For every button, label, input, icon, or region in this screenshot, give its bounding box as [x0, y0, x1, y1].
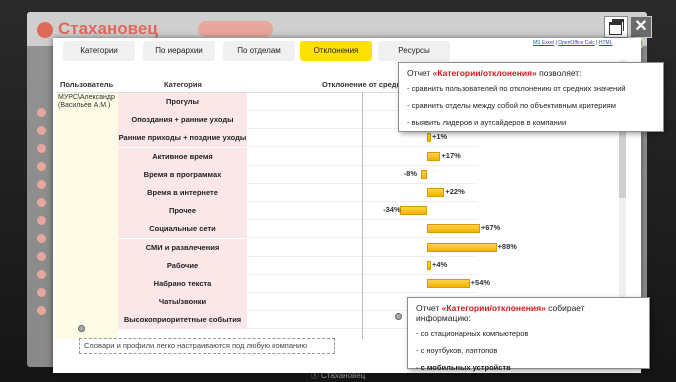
tooltip-item: - выявить лидеров и аутсайдеров в компан… — [407, 118, 567, 127]
deviation-label: +67% — [480, 223, 501, 233]
category-label: Активное время — [118, 147, 247, 167]
deviation-bar — [427, 224, 480, 234]
table-row[interactable]: Время в программах -8% — [118, 165, 478, 185]
deviation-bar — [427, 151, 441, 161]
table-row[interactable]: Прочее -34% — [118, 202, 478, 222]
resize-handle-icon[interactable] — [78, 325, 85, 332]
deviation-label: +1% — [432, 132, 448, 142]
table-row[interactable]: Рабочие +4% — [118, 256, 478, 276]
table-row[interactable]: Ранние приходы + поздние уходы +1% — [118, 129, 478, 149]
deviation-label: +54% — [470, 278, 491, 287]
deviation-label: +17% — [441, 150, 461, 160]
deviation-label: +88% — [497, 241, 517, 251]
deviation-label: -8% — [403, 168, 418, 178]
table-row[interactable]: Набрано текста +54% — [118, 275, 490, 294]
deviation-bar — [427, 188, 445, 197]
category-label: Прогулы — [118, 93, 247, 112]
tab-deviations[interactable]: Отклонения — [300, 41, 372, 61]
deviation-label: -34% — [383, 205, 401, 215]
deviation-bar — [427, 242, 497, 252]
deviation-bar — [427, 133, 431, 143]
logo-icon — [37, 21, 53, 38]
export-links: MS Excel | OpenOffice Calc | HTML — [533, 40, 613, 46]
hint-box: Словари и профили легко настраиваются по… — [79, 338, 335, 354]
deviation-bar — [420, 169, 427, 179]
category-label: Время в интернете — [118, 184, 247, 203]
deviation-bar — [427, 279, 470, 288]
tab-departments[interactable]: По отделам — [223, 41, 295, 61]
column-user: Пользователь — [60, 80, 114, 89]
table-row[interactable]: Социальные сети +67% — [118, 220, 500, 240]
deviation-bar — [427, 260, 431, 270]
tooltip-item: - с ноутбуков, лэптопов — [416, 346, 498, 355]
category-label: Рабочие — [118, 256, 247, 276]
export-excel-link[interactable]: MS Excel — [533, 40, 554, 46]
tooltip-item: - с мобильных устройств — [416, 363, 511, 372]
tab-categories[interactable]: Категории — [63, 41, 135, 61]
background-sidebar — [37, 108, 49, 324]
user-column — [56, 93, 118, 339]
category-label: Прочее — [118, 202, 247, 222]
tab-resources[interactable]: Ресурсы — [378, 41, 450, 61]
table-row[interactable]: Активное время +17% — [118, 147, 478, 167]
category-label: Ранние приходы + поздние уходы — [118, 129, 247, 149]
category-label: Опоздания + ранние уходы — [118, 111, 247, 131]
tooltip-item: - сравнить отделы между собой по объекти… — [407, 101, 616, 110]
tab-hierarchy[interactable]: По иерархии — [143, 41, 215, 61]
deviation-label: +22% — [445, 187, 465, 196]
tooltip-collects: Отчет «Категории/отклонения» собирает ин… — [407, 297, 650, 372]
column-deviation: Отклонение от средн — [322, 80, 402, 89]
category-label: Высокоприоритетные события — [118, 311, 247, 331]
tooltip-allows: Отчет «Категории/отклонения» позволяет: … — [398, 62, 664, 132]
category-label: Набрано текста — [118, 275, 247, 294]
column-category: Категория — [164, 80, 202, 89]
export-html-link[interactable]: HTML — [599, 40, 613, 46]
resize-handle-icon[interactable] — [395, 313, 402, 320]
background-logo: Стахановец — [37, 19, 158, 39]
zero-axis-line — [362, 93, 363, 339]
table-row[interactable]: Время в интернете +22% — [118, 184, 478, 203]
tooltip-title: Отчет «Категории/отклонения» позволяет: — [407, 68, 582, 78]
tooltip-item: - со стационарных компьютеров — [416, 329, 529, 338]
tooltip-title: Отчет «Категории/отклонения» собирает ин… — [416, 303, 585, 323]
deviation-bar — [400, 206, 427, 216]
category-label: Чаты/звонки — [118, 293, 247, 313]
background-pill-button — [198, 21, 273, 37]
tooltip-item: - сравнить пользователей по отклонению о… — [407, 84, 626, 93]
restore-button[interactable] — [604, 16, 628, 38]
category-label: Время в программах — [118, 165, 247, 185]
category-label: СМИ и развлечения — [118, 238, 247, 258]
export-calc-link[interactable]: OpenOffice Calc — [558, 40, 595, 46]
close-button[interactable]: ✕ — [630, 16, 652, 38]
category-label: Социальные сети — [118, 220, 247, 240]
deviation-label: +4% — [432, 259, 448, 269]
table-row[interactable]: СМИ и развлечения +88% — [118, 238, 517, 258]
